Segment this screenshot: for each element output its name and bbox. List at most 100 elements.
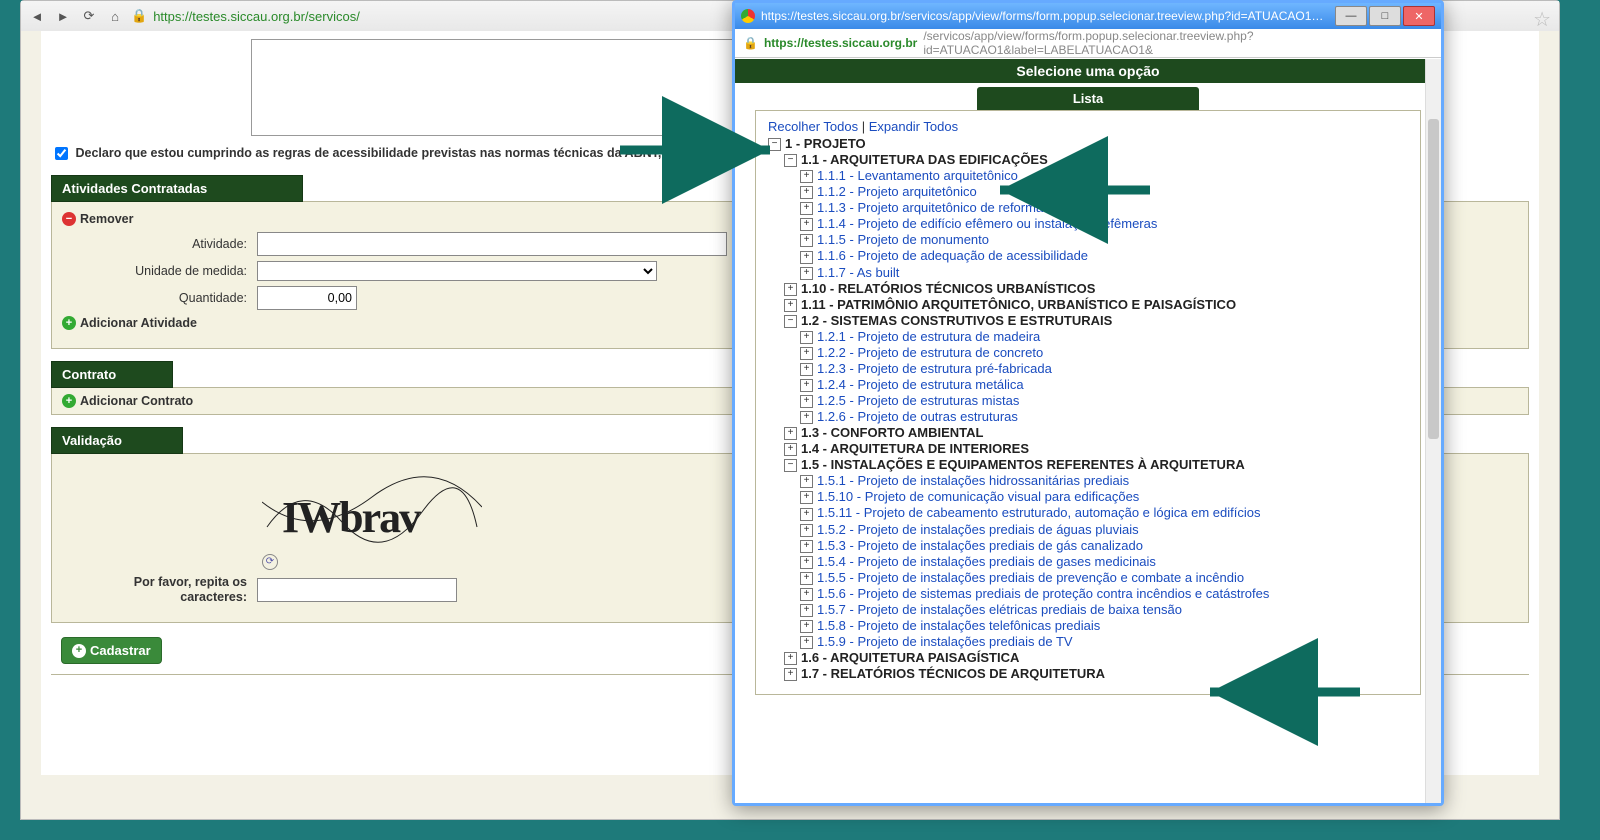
lock-icon: 🔒 <box>743 36 758 50</box>
tree-toggler[interactable]: + <box>800 379 813 392</box>
tree-toggler[interactable]: + <box>784 283 797 296</box>
tree-leaf-link[interactable]: 1.5.6 - Projeto de sistemas prediais de … <box>817 586 1269 601</box>
home-icon[interactable]: ⌂ <box>105 6 125 26</box>
tree-toggler[interactable]: + <box>800 347 813 360</box>
section-contrato-title: Contrato <box>51 361 173 388</box>
tree-toggler[interactable]: + <box>784 652 797 665</box>
cadastrar-label: Cadastrar <box>90 643 151 658</box>
tree-leaf-link[interactable]: 1.1.5 - Projeto de monumento <box>817 232 989 247</box>
lock-icon: 🔒 <box>131 8 147 24</box>
tree-leaf-link[interactable]: 1.1.4 - Projeto de edifício efêmero ou i… <box>817 216 1157 231</box>
tree-node-label: 1.2 - SISTEMAS CONSTRUTIVOS E ESTRUTURAI… <box>801 313 1112 328</box>
tree-leaf-link[interactable]: 1.5.8 - Projeto de instalações telefônic… <box>817 618 1100 633</box>
tree-leaf-link[interactable]: 1.1.1 - Levantamento arquitetônico <box>817 168 1018 183</box>
tree-toggler[interactable]: + <box>800 524 813 537</box>
tab-lista[interactable]: Lista <box>977 87 1199 110</box>
tree-toggler[interactable]: + <box>784 427 797 440</box>
tree-toggler[interactable]: + <box>800 218 813 231</box>
popup-addressbar[interactable]: 🔒 https://testes.siccau.org.br/servicos/… <box>735 29 1441 58</box>
captcha-label: Por favor, repita os caracteres: <box>62 575 247 605</box>
popup-title-text: https://testes.siccau.org.br/servicos/ap… <box>761 9 1329 23</box>
tree-leaf-link[interactable]: 1.2.5 - Projeto de estruturas mistas <box>817 393 1019 408</box>
quantidade-input[interactable] <box>257 286 357 310</box>
tree-leaf-link[interactable]: 1.1.3 - Projeto arquitetônico de reforma <box>817 200 1043 215</box>
tree-toggler[interactable]: + <box>784 443 797 456</box>
tree-leaf-link[interactable]: 1.2.4 - Projeto de estrutura metálica <box>817 377 1024 392</box>
tree-leaf-link[interactable]: 1.1.6 - Projeto de adequação de acessibi… <box>817 248 1088 263</box>
section-atividades-title: Atividades Contratadas <box>51 175 303 202</box>
tree-toggler[interactable]: + <box>800 556 813 569</box>
tree-toggler[interactable]: − <box>768 138 781 151</box>
tree-toggler[interactable]: + <box>800 588 813 601</box>
popup-url-host: https://testes.siccau.org.br <box>764 36 917 50</box>
tree-leaf-link[interactable]: 1.1.7 - As built <box>817 265 899 280</box>
tree-toggler[interactable]: + <box>800 251 813 264</box>
tree-leaf-link[interactable]: 1.5.9 - Projeto de instalações prediais … <box>817 634 1073 649</box>
tree-leaf-link[interactable]: 1.5.10 - Projeto de comunicação visual p… <box>817 489 1139 504</box>
reload-icon[interactable]: ⟳ <box>79 6 99 26</box>
tree-toggler[interactable]: + <box>800 186 813 199</box>
adicionar-contrato-label: Adicionar Contrato <box>80 394 193 408</box>
popup-scrollbar[interactable] <box>1425 59 1441 803</box>
tree-toggler[interactable]: + <box>800 491 813 504</box>
adicionar-atividade-label: Adicionar Atividade <box>80 316 197 330</box>
tree-toggler[interactable]: − <box>784 315 797 328</box>
address-bar[interactable]: https://testes.siccau.org.br/servicos/ <box>153 9 360 24</box>
tree-leaf-link[interactable]: 1.1.2 - Projeto arquitetônico <box>817 184 977 199</box>
tree-toggler[interactable]: + <box>800 475 813 488</box>
tree-toggler[interactable]: + <box>784 299 797 312</box>
forward-icon[interactable]: ► <box>53 6 73 26</box>
tree-toggler[interactable]: − <box>784 154 797 167</box>
cadastrar-button[interactable]: + Cadastrar <box>61 637 162 664</box>
tree-leaf-link[interactable]: 1.5.4 - Projeto de instalações prediais … <box>817 554 1156 569</box>
captcha-refresh-icon[interactable]: ⟳ <box>262 554 278 570</box>
tree-toggler[interactable]: + <box>800 202 813 215</box>
bookmark-star-icon[interactable]: ☆ <box>1533 7 1551 32</box>
chrome-logo-icon <box>741 9 755 23</box>
declaration-checkbox[interactable] <box>55 147 68 160</box>
treeview: −1 - PROJETO−1.1 - ARQUITETURA DAS EDIFI… <box>768 136 1408 681</box>
tree-leaf-link[interactable]: 1.2.3 - Projeto de estrutura pré-fabrica… <box>817 361 1052 376</box>
tree-toggler[interactable]: + <box>800 395 813 408</box>
window-maximize-button[interactable]: □ <box>1369 6 1401 26</box>
tree-node-label: 1.4 - ARQUITETURA DE INTERIORES <box>801 441 1029 456</box>
unidade-select[interactable] <box>257 261 657 281</box>
tree-node-label: 1.11 - PATRIMÔNIO ARQUITETÔNICO, URBANÍS… <box>801 297 1236 312</box>
tree-toggler[interactable]: + <box>800 411 813 424</box>
tree-toggler[interactable]: + <box>800 363 813 376</box>
tree-toggler[interactable]: + <box>800 234 813 247</box>
tree-toggler[interactable]: + <box>784 668 797 681</box>
window-minimize-button[interactable]: — <box>1335 6 1367 26</box>
tree-leaf-link[interactable]: 1.2.6 - Projeto de outras estruturas <box>817 409 1018 424</box>
tree-leaf-link[interactable]: 1.5.3 - Projeto de instalações prediais … <box>817 538 1143 553</box>
unidade-label: Unidade de medida: <box>62 264 247 278</box>
tree-leaf-link[interactable]: 1.5.7 - Projeto de instalações elétricas… <box>817 602 1182 617</box>
popup-url-rest: /servicos/app/view/forms/form.popup.sele… <box>923 29 1433 57</box>
window-close-button[interactable]: ✕ <box>1403 6 1435 26</box>
tree-toggler[interactable]: + <box>800 540 813 553</box>
tree-toggler[interactable]: + <box>800 620 813 633</box>
plus-icon: + <box>72 644 86 658</box>
tree-toggler[interactable]: + <box>800 636 813 649</box>
back-icon[interactable]: ◄ <box>27 6 47 26</box>
tree-toggler[interactable]: − <box>784 459 797 472</box>
captcha-input[interactable] <box>257 578 457 602</box>
tree-toggler[interactable]: + <box>800 572 813 585</box>
expandir-todos-link[interactable]: Expandir Todos <box>869 119 958 134</box>
atividade-input[interactable] <box>257 232 727 256</box>
tree-leaf-link[interactable]: 1.5.1 - Projeto de instalações hidrossan… <box>817 473 1129 488</box>
description-textarea[interactable] <box>251 39 733 136</box>
tree-leaf-link[interactable]: 1.5.2 - Projeto de instalações prediais … <box>817 522 1139 537</box>
tree-toggler[interactable]: + <box>800 267 813 280</box>
section-validacao-title: Validação <box>51 427 183 454</box>
tree-leaf-link[interactable]: 1.2.1 - Projeto de estrutura de madeira <box>817 329 1040 344</box>
tree-leaf-link[interactable]: 1.5.11 - Projeto de cabeamento estrutura… <box>817 505 1260 520</box>
tree-leaf-link[interactable]: 1.5.5 - Projeto de instalações prediais … <box>817 570 1244 585</box>
scrollbar-thumb[interactable] <box>1428 119 1439 439</box>
tree-toggler[interactable]: + <box>800 508 813 521</box>
tree-leaf-link[interactable]: 1.2.2 - Projeto de estrutura de concreto <box>817 345 1043 360</box>
tree-toggler[interactable]: + <box>800 170 813 183</box>
tree-toggler[interactable]: + <box>800 331 813 344</box>
recolher-todos-link[interactable]: Recolher Todos <box>768 119 858 134</box>
tree-toggler[interactable]: + <box>800 604 813 617</box>
